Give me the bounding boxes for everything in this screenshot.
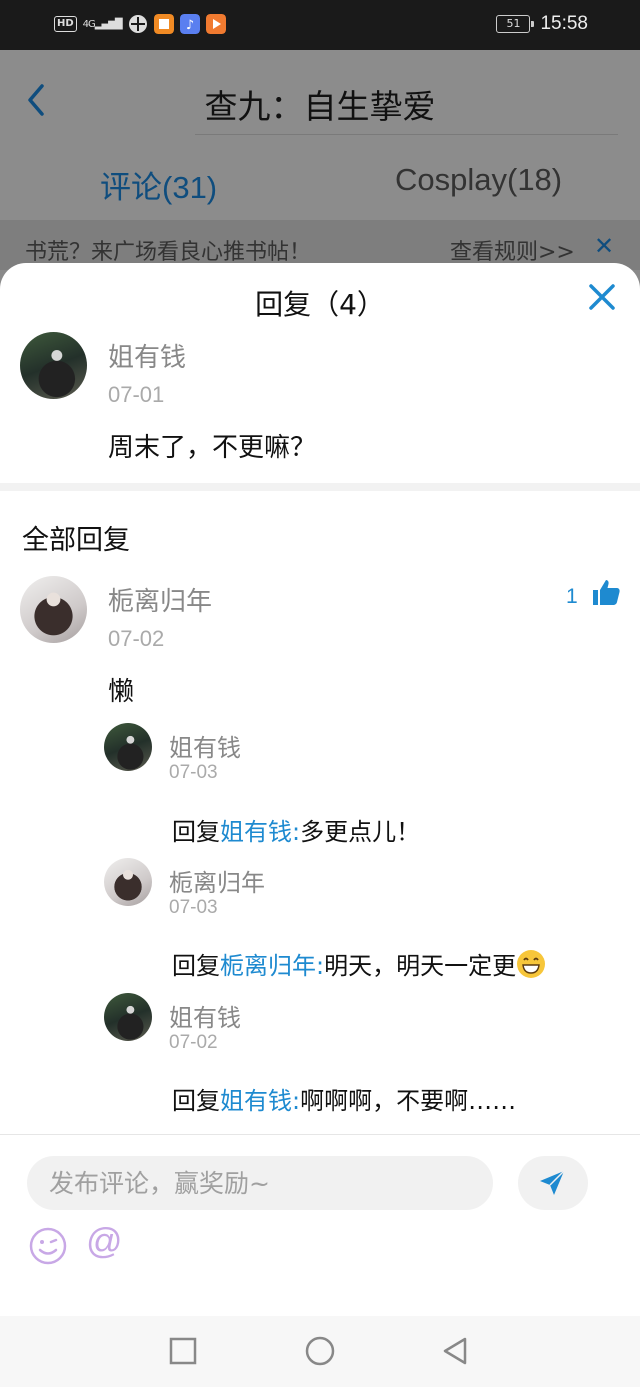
view-rules-link[interactable]: 查看规则>> — [450, 234, 575, 266]
sheet-title: 回复（4） — [255, 288, 385, 321]
notice-text[interactable]: 书荒？来广场看良心推书帖！ — [25, 234, 311, 266]
reply-date: 07-03 — [169, 762, 218, 783]
avatar[interactable] — [20, 332, 87, 399]
recents-icon[interactable] — [168, 1336, 198, 1366]
original-author[interactable]: 姐有钱 — [108, 337, 186, 374]
send-button[interactable] — [518, 1156, 588, 1210]
reply-text: 回复姐有钱:多更点儿！ — [172, 812, 420, 847]
reply-author[interactable]: 姐有钱 — [169, 728, 241, 763]
reply-date: 07-02 — [169, 1032, 218, 1053]
original-date: 07-01 — [108, 382, 165, 407]
mention-link[interactable]: 姐有钱: — [220, 818, 300, 846]
reply-body: 明天，明天一定更 — [324, 952, 517, 980]
video-icon — [205, 14, 226, 34]
reply-prefix: 回复 — [172, 952, 220, 980]
reply-text: 回复姐有钱:啊啊啊，不要啊…… — [172, 1081, 516, 1116]
notice-close-icon[interactable]: ✕ — [594, 232, 614, 260]
status-icons: HD 4G▂▄▆█ ♪ — [54, 14, 226, 34]
comment-date: 07-02 — [108, 626, 165, 651]
svg-text:♪: ♪ — [185, 18, 193, 33]
grinning-emoji-icon — [517, 950, 546, 978]
battery-icon: 51 — [496, 15, 535, 33]
status-bar: HD 4G▂▄▆█ ♪ 51 15:58 — [0, 0, 640, 50]
section-divider — [0, 483, 640, 491]
clock: 15:58 — [540, 13, 588, 34]
reply-author[interactable]: 栀离归年 — [169, 863, 265, 898]
comment-input[interactable] — [27, 1156, 493, 1210]
comment-author[interactable]: 栀离归年 — [108, 581, 212, 618]
avatar[interactable] — [104, 858, 152, 906]
avatar[interactable] — [104, 723, 152, 771]
emoji-icon[interactable] — [28, 1226, 68, 1266]
reply-body: 多更点儿！ — [300, 818, 421, 846]
home-icon[interactable] — [305, 1336, 335, 1366]
signal-label: 4G — [82, 18, 96, 30]
app-status-icon — [153, 14, 174, 34]
tab-comments[interactable]: 评论(31) — [100, 162, 217, 207]
status-right: 51 15:58 — [496, 13, 588, 35]
reply-prefix: 回复 — [172, 818, 220, 846]
reply-text: 回复栀离归年:明天，明天一定更 — [172, 946, 546, 981]
reply-body: 啊啊啊，不要啊…… — [300, 1087, 517, 1115]
app-status-icon — [128, 15, 147, 33]
mention-button[interactable]: @ — [86, 1220, 123, 1262]
close-icon[interactable] — [586, 281, 618, 313]
original-text: 周末了，不更嘛？ — [108, 433, 317, 463]
mention-link[interactable]: 栀离归年: — [220, 952, 324, 980]
page-title: 查九：自生挚爱 — [204, 87, 436, 126]
signal-icon: 4G▂▄▆█ — [82, 18, 123, 30]
section-title: 全部回复 — [22, 525, 130, 556]
reply-prefix: 回复 — [172, 1087, 220, 1115]
reply-date: 07-03 — [169, 897, 218, 918]
avatar[interactable] — [104, 993, 152, 1041]
send-icon — [540, 1170, 565, 1195]
avatar[interactable] — [20, 576, 87, 643]
back-nav-icon[interactable] — [441, 1336, 471, 1366]
divider — [195, 134, 618, 135]
mention-link[interactable]: 姐有钱: — [220, 1087, 300, 1115]
thumbs-up-icon[interactable] — [591, 577, 621, 607]
music-icon: ♪ — [179, 14, 200, 34]
comment-text: 懒 — [108, 677, 135, 707]
hd-badge: HD — [54, 16, 77, 32]
tab-cosplay[interactable]: Cosplay(18) — [395, 162, 562, 198]
reply-author[interactable]: 姐有钱 — [169, 998, 241, 1033]
like-count: 1 — [566, 585, 578, 608]
